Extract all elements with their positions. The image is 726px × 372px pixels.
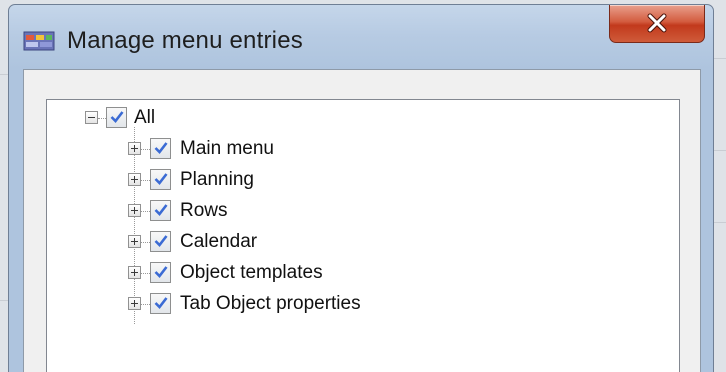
- menu-entries-tree[interactable]: All Main menu Planning Rows Calendar Obj…: [46, 99, 680, 372]
- checkbox-tab-object-properties[interactable]: [150, 293, 171, 314]
- background-line: [714, 58, 726, 59]
- collapse-icon[interactable]: [85, 111, 98, 124]
- checkmark-icon: [110, 111, 124, 123]
- background-line: [0, 74, 8, 75]
- close-icon: [647, 13, 667, 33]
- tree-node-planning[interactable]: Planning: [47, 166, 447, 194]
- checkmark-icon: [154, 297, 168, 309]
- dialog-client-area: All Main menu Planning Rows Calendar Obj…: [23, 69, 701, 372]
- tree-node-label: Rows: [180, 200, 228, 221]
- expand-icon[interactable]: [128, 204, 141, 217]
- tree-connector: [141, 211, 150, 212]
- tree-node-all[interactable]: All: [47, 104, 347, 132]
- tree-connector: [141, 242, 150, 243]
- tree-connector: [141, 180, 150, 181]
- checkbox-rows[interactable]: [150, 200, 171, 221]
- checkbox-main-menu[interactable]: [150, 138, 171, 159]
- close-button[interactable]: [609, 5, 705, 43]
- tree-node-main-menu[interactable]: Main menu: [47, 135, 447, 163]
- expand-icon[interactable]: [128, 266, 141, 279]
- tree-node-label: All: [134, 107, 156, 128]
- checkmark-icon: [154, 142, 168, 154]
- tree-node-label: Planning: [180, 169, 254, 190]
- expand-icon[interactable]: [128, 142, 141, 155]
- expand-icon[interactable]: [128, 297, 141, 310]
- expand-icon[interactable]: [128, 173, 141, 186]
- checkmark-icon: [154, 173, 168, 185]
- checkbox-all[interactable]: [106, 107, 127, 128]
- tree-node-label: Tab Object properties: [180, 293, 361, 314]
- checkbox-planning[interactable]: [150, 169, 171, 190]
- background-line: [0, 300, 8, 301]
- dialog-title: Manage menu entries: [67, 27, 303, 54]
- tree-connector: [141, 149, 150, 150]
- tree-connector: [141, 273, 150, 274]
- tree-node-label: Calendar: [180, 231, 258, 252]
- checkmark-icon: [154, 204, 168, 216]
- tree-node-calendar[interactable]: Calendar: [47, 228, 447, 256]
- background-line: [714, 150, 726, 151]
- tree-node-label: Object templates: [180, 262, 323, 283]
- tree-node-rows[interactable]: Rows: [47, 197, 447, 225]
- checkbox-object-templates[interactable]: [150, 262, 171, 283]
- app-window-icon: [23, 30, 57, 52]
- checkmark-icon: [154, 235, 168, 247]
- tree-node-label: Main menu: [180, 138, 274, 159]
- expand-icon[interactable]: [128, 235, 141, 248]
- background-line: [714, 222, 726, 223]
- tree-node-tab-object-properties[interactable]: Tab Object properties: [47, 290, 447, 318]
- checkbox-calendar[interactable]: [150, 231, 171, 252]
- tree-node-object-templates[interactable]: Object templates: [47, 259, 447, 287]
- tree-connector: [141, 304, 150, 305]
- title-bar[interactable]: Manage menu entries: [9, 5, 713, 69]
- manage-menu-entries-dialog: Manage menu entries All Main menu Planni…: [8, 4, 714, 372]
- checkmark-icon: [154, 266, 168, 278]
